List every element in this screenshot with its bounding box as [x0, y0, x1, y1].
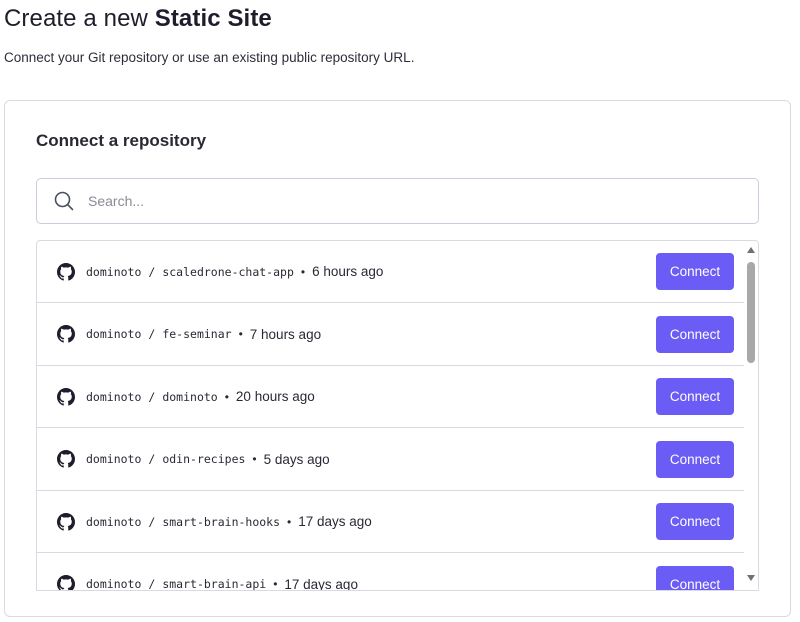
page-title-prefix: Create a new: [4, 5, 155, 32]
repository-updated-time: 7 hours ago: [249, 326, 322, 342]
repository-updated-time: 17 days ago: [284, 576, 358, 591]
repository-row: dominoto / smart-brain-hooks • 17 days a…: [37, 491, 746, 553]
scroll-down-arrow-icon[interactable]: [747, 575, 755, 581]
page-title-emphasis: Static Site: [154, 5, 272, 32]
repository-name[interactable]: odin-recipes: [162, 452, 245, 466]
bullet-separator: •: [238, 327, 243, 341]
repository-name[interactable]: scaledrone-chat-app: [162, 265, 294, 279]
repository-name[interactable]: dominoto: [162, 390, 217, 404]
connect-button[interactable]: Connect: [656, 565, 734, 590]
repository-owner: dominoto: [86, 577, 142, 591]
repository-row: dominoto / dominoto • 20 hours ago Conne…: [37, 366, 746, 428]
search-box[interactable]: [36, 178, 759, 224]
scroll-thumb[interactable]: [747, 262, 755, 363]
repository-name[interactable]: smart-brain-api: [162, 577, 266, 590]
github-icon: [56, 324, 76, 344]
repository-name[interactable]: smart-brain-hooks: [162, 515, 280, 529]
connect-repository-card: Connect a repository dominoto / scaledro…: [4, 100, 791, 617]
repository-owner: dominoto: [86, 452, 142, 466]
search-input[interactable]: [88, 193, 688, 209]
connect-button[interactable]: Connect: [656, 503, 734, 540]
github-icon: [56, 574, 76, 590]
repository-row: dominoto / fe-seminar • 7 hours ago Conn…: [37, 304, 746, 366]
repository-updated-time: 5 days ago: [263, 451, 330, 467]
bullet-separator: •: [252, 452, 257, 466]
repository-updated-time: 17 days ago: [298, 514, 372, 529]
repository-separator: /: [148, 514, 156, 529]
card-title: Connect a repository: [36, 131, 207, 150]
repository-row: dominoto / scaledrone-chat-app • 6 hours…: [37, 241, 746, 303]
bullet-separator: •: [287, 514, 292, 529]
repository-owner: dominoto: [86, 389, 142, 404]
repository-owner: dominoto: [86, 264, 142, 279]
repository-row: dominoto / odin-recipes • 5 days ago Con…: [37, 429, 746, 491]
bullet-separator: •: [300, 264, 306, 279]
repository-separator: /: [148, 452, 156, 466]
repository-owner: dominoto: [86, 514, 142, 529]
repository-separator: /: [148, 577, 156, 591]
bullet-separator: •: [273, 577, 278, 591]
repository-row: dominoto / smart-brain-api • 17 days ago…: [37, 554, 746, 591]
connect-button[interactable]: Connect: [656, 440, 734, 478]
page-subtitle: Connect your Git repository or use an ex…: [4, 50, 415, 65]
repository-list: dominoto / scaledrone-chat-app • 6 hours…: [36, 240, 759, 591]
scrollbar[interactable]: [744, 241, 758, 590]
connect-button[interactable]: Connect: [656, 253, 734, 290]
repository-separator: /: [148, 264, 156, 279]
repository-separator: /: [148, 327, 156, 341]
repository-name[interactable]: fe-seminar: [162, 327, 231, 341]
github-icon: [56, 387, 76, 407]
repository-updated-time: 6 hours ago: [312, 264, 384, 279]
repository-owner: dominoto: [86, 327, 142, 341]
scroll-up-arrow-icon[interactable]: [747, 247, 755, 253]
page-title: Create a new Static Site: [4, 5, 272, 33]
github-icon: [56, 449, 76, 469]
repository-separator: /: [148, 389, 156, 404]
github-icon: [56, 262, 76, 282]
connect-button[interactable]: Connect: [656, 378, 734, 415]
connect-button[interactable]: Connect: [656, 315, 734, 353]
github-icon: [56, 512, 76, 532]
repository-updated-time: 20 hours ago: [235, 389, 315, 404]
bullet-separator: •: [224, 389, 229, 404]
search-icon: [53, 190, 75, 212]
